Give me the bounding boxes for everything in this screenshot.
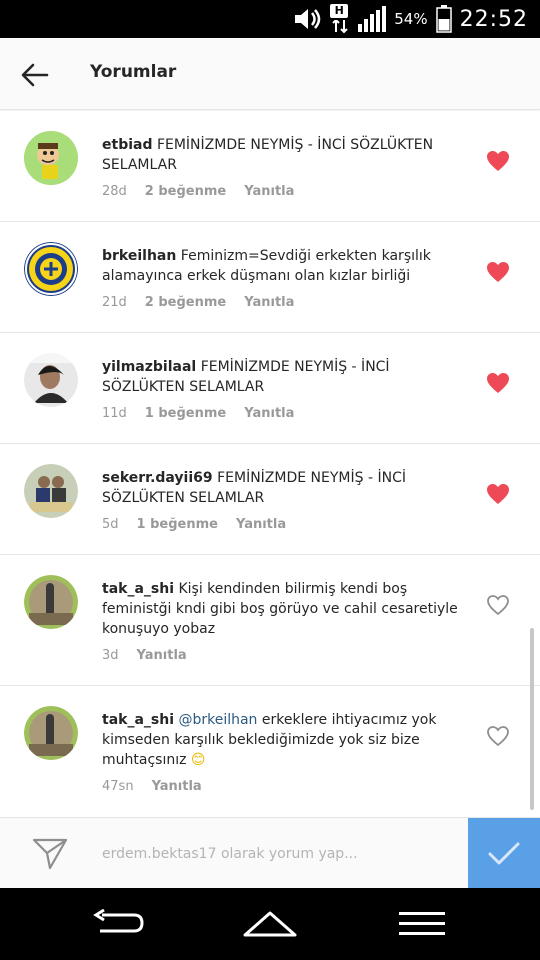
nav-back-button[interactable]	[88, 902, 148, 946]
comments-list[interactable]: etbiad FEMİNİZMDE NEYMİŞ - İNCİ SÖZLÜKTE…	[0, 111, 540, 817]
scrollbar[interactable]	[530, 628, 534, 810]
comment-username[interactable]: etbiad	[102, 137, 152, 153]
app-bar: Yorumlar	[0, 38, 540, 110]
nav-back-icon	[93, 909, 144, 933]
heart-outline-icon[interactable]	[486, 725, 510, 747]
comment-item: etbiad FEMİNİZMDE NEYMİŞ - İNCİ SÖZLÜKTE…	[0, 111, 540, 222]
comment-text: tak_a_shi Kişi kendinden bilirmiş kendi …	[102, 579, 472, 639]
comment-item: sekerr.dayii69 FEMİNİZMDE NEYMİŞ - İNCİ …	[0, 444, 540, 555]
avatar[interactable]	[24, 464, 78, 518]
comment-time: 21d	[102, 295, 127, 310]
comment-message: FEMİNİZMDE NEYMİŞ - İNCİ SÖZLÜKTEN SELAM…	[102, 137, 434, 173]
direct-send-icon[interactable]	[30, 836, 70, 872]
network-type-label: H	[330, 4, 349, 18]
comment-text: brkeilhan Feminizm=Sevdiği erkekten karş…	[102, 246, 472, 286]
signal-strength-icon	[358, 6, 387, 32]
comment-time: 3d	[102, 648, 119, 663]
comment-item: tak_a_shi Kişi kendinden bilirmiş kendi …	[0, 555, 540, 686]
volume-muted-icon	[295, 9, 321, 29]
avatar[interactable]	[24, 131, 78, 185]
comment-text: etbiad FEMİNİZMDE NEYMİŞ - İNCİ SÖZLÜKTE…	[102, 135, 472, 175]
page-title: Yorumlar	[90, 62, 177, 82]
comment-like-count[interactable]: 2 beğenme	[145, 295, 226, 310]
back-arrow-icon	[21, 63, 49, 87]
comment-input[interactable]	[102, 840, 442, 868]
avatar[interactable]	[24, 242, 78, 296]
comment-meta: 28d 2 beğenme Yanıtla	[102, 184, 294, 199]
checkmark-icon	[488, 842, 520, 864]
comment-text: tak_a_shi @brkeilhan erkeklere ihtiyacım…	[102, 710, 472, 770]
comment-username[interactable]: yilmazbilaal	[102, 359, 196, 375]
comment-time: 5d	[102, 517, 119, 532]
comment-username[interactable]: sekerr.dayii69	[102, 470, 213, 486]
comment-time: 28d	[102, 184, 127, 199]
comment-meta: 3d Yanıtla	[102, 648, 187, 663]
avatar[interactable]	[24, 353, 78, 407]
battery-percent: 54%	[394, 10, 428, 28]
reply-button[interactable]: Yanıtla	[137, 648, 187, 663]
comment-item: brkeilhan Feminizm=Sevdiği erkekten karş…	[0, 222, 540, 333]
comment-input-bar	[0, 817, 540, 889]
reply-button[interactable]: Yanıtla	[152, 779, 202, 794]
comment-like-count[interactable]: 2 beğenme	[145, 184, 226, 199]
battery-icon	[435, 5, 452, 33]
post-comment-button[interactable]	[468, 818, 540, 889]
smile-emoji-icon: 😊	[190, 752, 206, 768]
back-button[interactable]	[14, 54, 56, 96]
comment-username[interactable]: brkeilhan	[102, 248, 176, 264]
comment-meta: 21d 2 beğenme Yanıtla	[102, 295, 294, 310]
reply-button[interactable]: Yanıtla	[244, 295, 294, 310]
comment-text: sekerr.dayii69 FEMİNİZMDE NEYMİŞ - İNCİ …	[102, 468, 472, 508]
comment-text: yilmazbilaal FEMİNİZMDE NEYMİŞ - İNCİ SÖ…	[102, 357, 472, 397]
heart-filled-icon[interactable]	[486, 150, 510, 172]
system-nav-bar	[0, 888, 540, 960]
avatar[interactable]	[24, 706, 78, 760]
comment-meta: 5d 1 beğenme Yanıtla	[102, 517, 286, 532]
nav-menu-button[interactable]	[392, 902, 452, 946]
avatar[interactable]	[24, 575, 78, 629]
status-bar: H 54% 22:52	[0, 0, 540, 38]
network-type-icon: H	[330, 4, 350, 34]
reply-button[interactable]: Yanıtla	[244, 184, 294, 199]
nav-menu-icon	[399, 912, 445, 935]
nav-home-icon	[243, 911, 297, 937]
reply-button[interactable]: Yanıtla	[236, 517, 286, 532]
comment-like-count[interactable]: 1 beğenme	[137, 517, 218, 532]
comment-username[interactable]: tak_a_shi	[102, 581, 174, 597]
comment-username[interactable]: tak_a_shi	[102, 712, 174, 728]
heart-outline-icon[interactable]	[486, 594, 510, 616]
heart-filled-icon[interactable]	[486, 372, 510, 394]
comment-mention[interactable]: @brkeilhan	[178, 712, 257, 728]
heart-filled-icon[interactable]	[486, 483, 510, 505]
reply-button[interactable]: Yanıtla	[244, 406, 294, 421]
nav-home-button[interactable]	[240, 902, 300, 946]
comment-meta: 47sn Yanıtla	[102, 779, 202, 794]
clock: 22:52	[459, 6, 528, 32]
comment-meta: 11d 1 beğenme Yanıtla	[102, 406, 294, 421]
heart-filled-icon[interactable]	[486, 261, 510, 283]
comment-time: 11d	[102, 406, 127, 421]
comment-time: 47sn	[102, 779, 134, 794]
comment-like-count[interactable]: 1 beğenme	[145, 406, 226, 421]
comment-item: yilmazbilaal FEMİNİZMDE NEYMİŞ - İNCİ SÖ…	[0, 333, 540, 444]
comment-item: tak_a_shi @brkeilhan erkeklere ihtiyacım…	[0, 686, 540, 817]
